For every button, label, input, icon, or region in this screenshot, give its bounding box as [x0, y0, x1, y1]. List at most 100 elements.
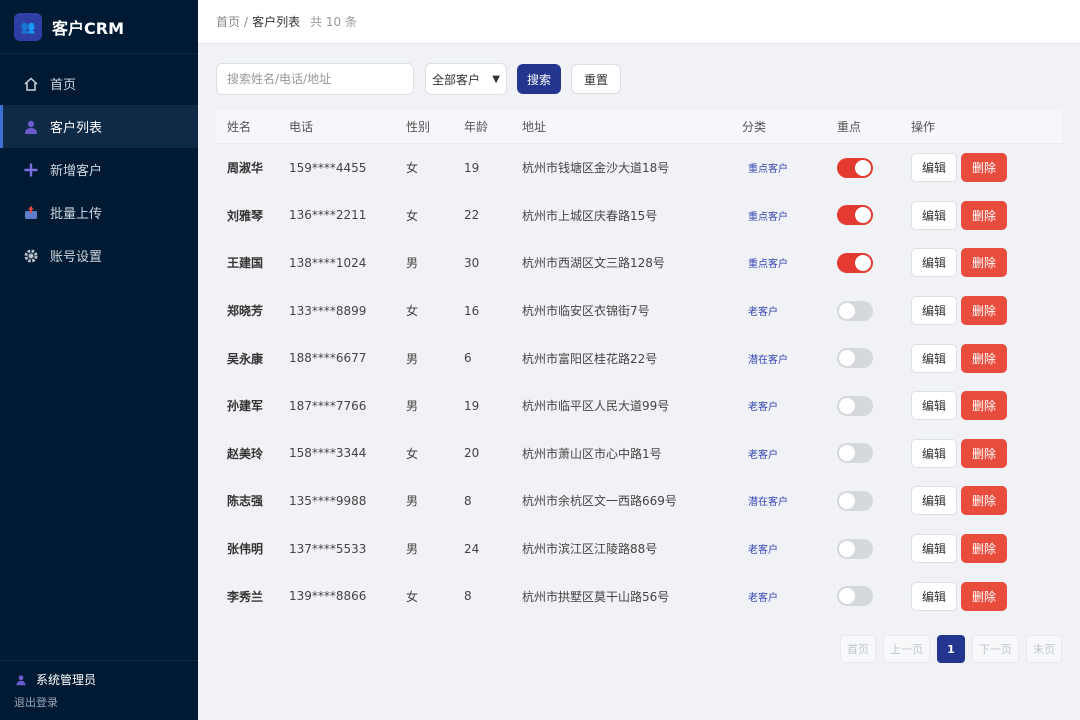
key-customer-toggle[interactable] [837, 157, 873, 178]
column-header-actions: 操作 [911, 120, 936, 134]
delete-button[interactable]: 删除 [961, 343, 1007, 373]
search-input[interactable] [216, 63, 414, 95]
cell-name: 周淑华 [227, 161, 264, 176]
key-customer-toggle[interactable] [837, 395, 873, 416]
pagination-next[interactable]: 下一页 [972, 635, 1019, 663]
edit-button[interactable]: 编辑 [911, 534, 957, 564]
cell-name: 刘雅琴 [227, 208, 264, 223]
cell-age: 16 [464, 303, 480, 318]
cell-phone: 133****8899 [289, 303, 367, 318]
cell-gender: 男 [406, 351, 419, 366]
cell-phone: 136****2211 [289, 208, 367, 223]
sidebar-item-bulk-upload[interactable]: 批量上传 [0, 191, 198, 234]
reset-button[interactable]: 重置 [571, 64, 622, 94]
home-icon [22, 76, 40, 92]
edit-button[interactable]: 编辑 [911, 438, 957, 468]
category-tag: 老客户 [748, 545, 778, 557]
cell-gender: 女 [406, 304, 419, 319]
column-header-name: 姓名 [227, 120, 252, 134]
cell-gender: 女 [406, 589, 419, 604]
sidebar-item-label: 批量上传 [50, 207, 103, 222]
cell-address: 杭州市临安区衣锦街7号 [522, 304, 650, 319]
delete-button[interactable]: 删除 [961, 391, 1007, 421]
delete-button[interactable]: 删除 [961, 200, 1007, 230]
edit-button[interactable]: 编辑 [911, 200, 957, 230]
pagination-page-current[interactable]: 1 [937, 635, 965, 663]
edit-button[interactable]: 编辑 [911, 486, 957, 516]
pagination-first[interactable]: 首页 [840, 635, 876, 663]
delete-button[interactable]: 删除 [961, 153, 1007, 183]
sidebar-footer: 系统管理员 退出登录 [0, 660, 198, 720]
logout-link[interactable]: 退出登录 [14, 694, 184, 710]
toggle-knob [839, 492, 855, 509]
cell-gender: 男 [406, 494, 419, 509]
category-tag: 潜在客户 [748, 497, 788, 509]
cell-gender: 男 [406, 399, 419, 414]
cell-address: 杭州市滨江区江陵路88号 [522, 542, 658, 557]
cell-key [837, 348, 911, 369]
toggle-knob [839, 540, 855, 557]
key-customer-toggle[interactable] [837, 300, 873, 321]
pagination-prev[interactable]: 上一页 [883, 635, 930, 663]
edit-button[interactable]: 编辑 [911, 391, 957, 421]
delete-button[interactable]: 删除 [961, 296, 1007, 326]
table-row: 周淑华 159****4455 女 19 杭州市钱塘区金沙大道18号 重点客户 编辑 删除 [216, 144, 1062, 192]
delete-button[interactable]: 删除 [961, 486, 1007, 516]
pagination: 首页 上一页 1 下一页 末页 [833, 635, 1062, 663]
cell-name: 吴永康 [227, 351, 264, 366]
user-name: 系统管理员 [36, 673, 97, 687]
cell-address: 杭州市钱塘区金沙大道18号 [522, 161, 670, 176]
category-tag: 重点客户 [748, 211, 788, 223]
cell-age: 24 [464, 541, 480, 556]
category-tag: 老客户 [748, 402, 778, 414]
key-customer-toggle[interactable] [837, 205, 873, 226]
edit-button[interactable]: 编辑 [911, 248, 957, 278]
delete-button[interactable]: 删除 [961, 534, 1007, 564]
search-button[interactable]: 搜索 [517, 64, 562, 94]
cell-actions: 编辑 删除 [911, 343, 1051, 373]
cell-name: 张伟明 [227, 542, 264, 557]
sidebar-item-home[interactable]: 首页 [0, 62, 198, 105]
table-body: 周淑华 159****4455 女 19 杭州市钱塘区金沙大道18号 重点客户 编辑 删除刘雅… [216, 144, 1062, 620]
key-customer-toggle[interactable] [837, 490, 873, 511]
column-header-gender: 性别 [406, 120, 431, 134]
key-customer-toggle[interactable] [837, 586, 873, 607]
sidebar-item-add-customer[interactable]: 新增客户 [0, 148, 198, 191]
sidebar-item-account-settings[interactable]: 账号设置 [0, 234, 198, 277]
key-customer-toggle[interactable] [837, 252, 873, 273]
key-customer-toggle[interactable] [837, 443, 873, 464]
category-tag: 重点客户 [748, 259, 788, 271]
edit-button[interactable]: 编辑 [911, 296, 957, 326]
key-customer-toggle[interactable] [837, 348, 873, 369]
edit-button[interactable]: 编辑 [911, 343, 957, 373]
delete-button[interactable]: 删除 [961, 581, 1007, 611]
cell-gender: 男 [406, 542, 419, 557]
breadcrumb-home[interactable]: 首页 [216, 13, 240, 30]
table-row: 陈志强 135****9988 男 8 杭州市余杭区文一西路669号 潜在客户 编辑 删除 [216, 477, 1062, 525]
table-row: 李秀兰 139****8866 女 8 杭州市拱墅区莫干山路56号 老客户 编辑 删除 [216, 572, 1062, 620]
delete-button[interactable]: 删除 [961, 248, 1007, 278]
cell-key [837, 490, 911, 511]
toggle-knob [839, 445, 855, 462]
category-filter-select[interactable]: 全部客户 ▼ [425, 63, 507, 95]
delete-button[interactable]: 删除 [961, 438, 1007, 468]
edit-button[interactable]: 编辑 [911, 153, 957, 183]
sidebar: 👥 客户CRM 首页 客户列表 新增客户 批量上传 账号设置 系统管理员 退出登… [0, 0, 198, 720]
cell-phone: 139****8866 [289, 589, 367, 604]
pagination-last[interactable]: 末页 [1026, 635, 1062, 663]
brand: 👥 客户CRM [0, 0, 198, 54]
edit-button[interactable]: 编辑 [911, 581, 957, 611]
key-customer-toggle[interactable] [837, 538, 873, 559]
cell-key [837, 443, 911, 464]
table-row: 郑晓芳 133****8899 女 16 杭州市临安区衣锦街7号 老客户 编辑 删除 [216, 287, 1062, 335]
cell-age: 22 [464, 208, 480, 223]
cell-actions: 编辑 删除 [911, 391, 1051, 421]
sidebar-item-customer-list[interactable]: 客户列表 [0, 105, 198, 148]
cell-actions: 编辑 删除 [911, 153, 1051, 183]
toggle-knob [839, 588, 855, 605]
cell-phone: 158****3344 [289, 446, 367, 461]
chevron-down-icon: ▼ [492, 73, 500, 85]
cell-name: 李秀兰 [227, 589, 264, 604]
table-row: 孙建军 187****7766 男 19 杭州市临平区人民大道99号 老客户 编辑 删除 [216, 382, 1062, 430]
cell-key [837, 586, 911, 607]
